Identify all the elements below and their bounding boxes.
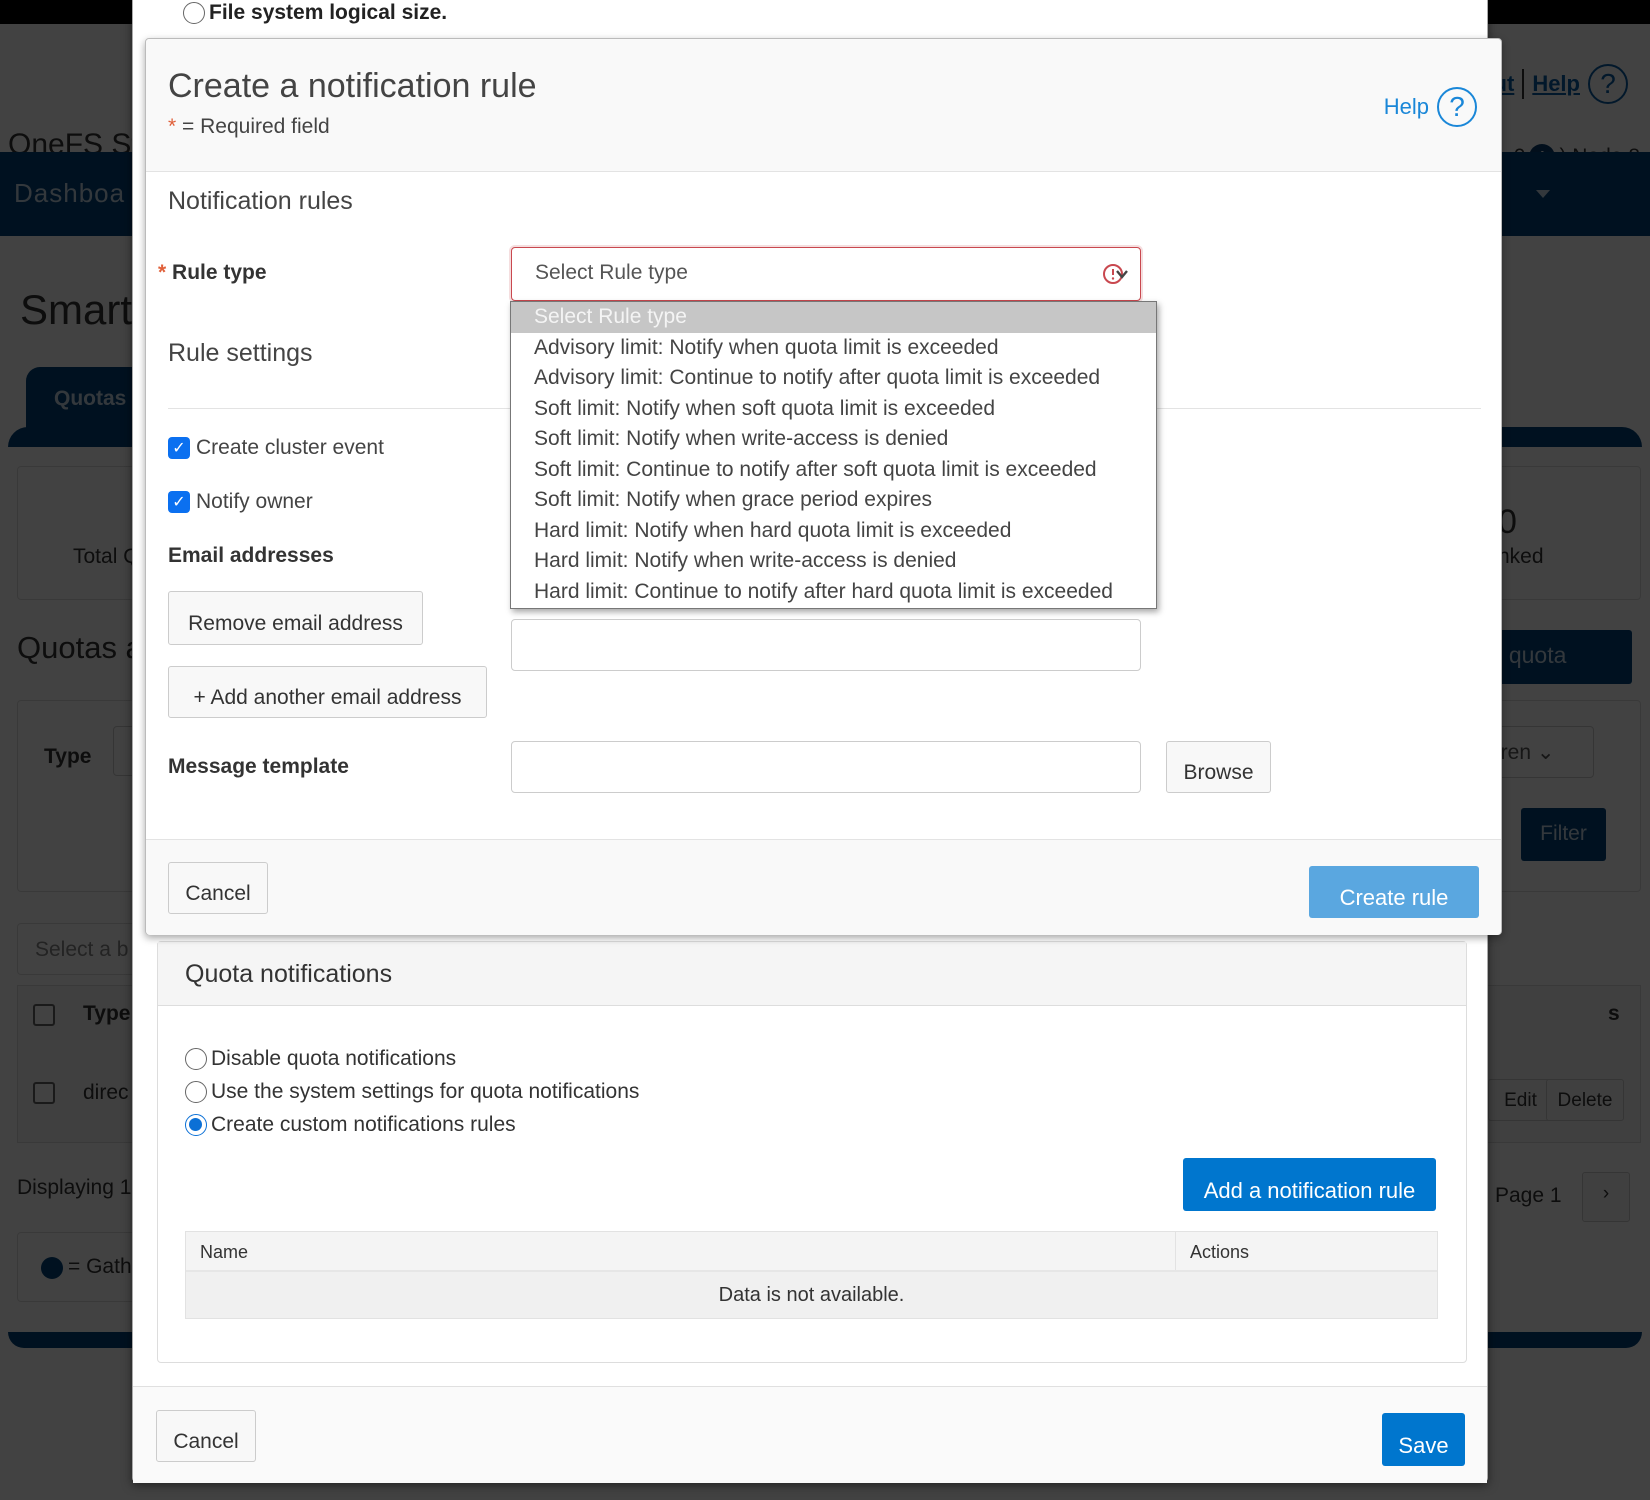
column-actions: Actions: [1175, 1232, 1437, 1270]
rule-settings-heading: Rule settings: [168, 339, 313, 367]
rule-type-select[interactable]: Select Rule type: [511, 247, 1141, 301]
option-label: Create custom notifications rules: [211, 1112, 516, 1136]
notification-rules-table: Name Actions Data is not available.: [185, 1231, 1438, 1319]
add-email-button[interactable]: + Add another email address: [168, 666, 487, 718]
modal-footer: Cancel Create rule: [146, 839, 1501, 935]
quota-notifications-panel: Quota notifications Disable quota notifi…: [157, 941, 1467, 1363]
notify-owner-checkbox[interactable]: ✓ Notify owner: [168, 490, 313, 514]
dropdown-option[interactable]: Soft limit: Notify when soft quota limit…: [511, 394, 1156, 425]
help-link[interactable]: Help ?: [1384, 87, 1477, 127]
browse-button[interactable]: Browse: [1166, 741, 1271, 793]
option-disable-notifications[interactable]: Disable quota notifications: [185, 1042, 639, 1075]
email-addresses-label: Email addresses: [168, 544, 334, 567]
dropdown-option[interactable]: Advisory limit: Continue to notify after…: [511, 363, 1156, 394]
quota-notification-options: Disable quota notifications Use the syst…: [185, 1042, 639, 1141]
checkbox-label: Create cluster event: [196, 436, 384, 459]
help-label[interactable]: Help: [1384, 94, 1429, 120]
dropdown-option[interactable]: Select Rule type: [511, 302, 1156, 333]
option-custom-rules[interactable]: Create custom notifications rules: [185, 1108, 639, 1141]
rule-type-label-text: Rule type: [172, 261, 267, 284]
remove-email-button[interactable]: Remove email address: [168, 591, 423, 645]
radio-label: File system logical size.: [209, 1, 448, 24]
rule-type-value: Select Rule type: [535, 261, 688, 284]
cancel-button[interactable]: Cancel: [168, 862, 268, 914]
error-chevron-icon: [1103, 264, 1128, 284]
option-label: Disable quota notifications: [211, 1046, 457, 1070]
modal-footer: Cancel Save: [133, 1386, 1487, 1483]
option-label: Use the system settings for quota notifi…: [211, 1079, 640, 1103]
dropdown-option[interactable]: Hard limit: Notify when write-access is …: [511, 546, 1156, 577]
required-note-text: = Required field: [176, 115, 330, 138]
radio-checked-icon[interactable]: [185, 1113, 207, 1136]
radio-icon[interactable]: [183, 2, 205, 24]
add-notification-rule-button[interactable]: Add a notification rule: [1183, 1158, 1436, 1211]
save-button[interactable]: Save: [1382, 1413, 1465, 1466]
notification-rules-heading: Notification rules: [168, 187, 353, 215]
quota-notifications-title: Quota notifications: [158, 942, 1466, 1006]
checkbox-checked-icon[interactable]: ✓: [168, 437, 190, 459]
radio-icon[interactable]: [185, 1080, 207, 1103]
required-field-note: * = Required field: [168, 115, 330, 139]
option-system-settings[interactable]: Use the system settings for quota notifi…: [185, 1075, 639, 1108]
message-template-input[interactable]: [511, 741, 1141, 793]
rule-type-label: * Rule type: [158, 261, 267, 285]
required-star: *: [158, 261, 167, 284]
dropdown-option[interactable]: Soft limit: Notify when write-access is …: [511, 424, 1156, 455]
email-address-input[interactable]: [511, 619, 1141, 671]
checkbox-label: Notify owner: [196, 490, 313, 513]
radio-icon[interactable]: [185, 1047, 207, 1070]
dropdown-option[interactable]: Advisory limit: Notify when quota limit …: [511, 333, 1156, 364]
dropdown-option[interactable]: Soft limit: Continue to notify after sof…: [511, 455, 1156, 486]
create-cluster-event-checkbox[interactable]: ✓ Create cluster event: [168, 436, 384, 460]
column-name[interactable]: Name: [186, 1232, 1175, 1270]
create-rule-button[interactable]: Create rule: [1309, 866, 1479, 918]
radio-file-system-logical-size[interactable]: File system logical size.: [183, 1, 447, 25]
dropdown-option[interactable]: Soft limit: Notify when grace period exp…: [511, 485, 1156, 516]
modal-title: Create a notification rule: [168, 67, 537, 105]
required-star: *: [168, 115, 177, 138]
modal-header: Create a notification rule * = Required …: [146, 39, 1501, 172]
cancel-button[interactable]: Cancel: [156, 1410, 256, 1462]
help-question-icon[interactable]: ?: [1437, 87, 1477, 127]
rule-type-dropdown-list: Select Rule type Advisory limit: Notify …: [510, 301, 1157, 609]
checkbox-checked-icon[interactable]: ✓: [168, 491, 190, 513]
table-header: Name Actions: [186, 1232, 1437, 1272]
empty-message: Data is not available.: [186, 1272, 1437, 1318]
message-template-label: Message template: [168, 755, 349, 778]
dropdown-option[interactable]: Hard limit: Notify when hard quota limit…: [511, 516, 1156, 547]
dropdown-option[interactable]: Hard limit: Continue to notify after har…: [511, 577, 1156, 608]
